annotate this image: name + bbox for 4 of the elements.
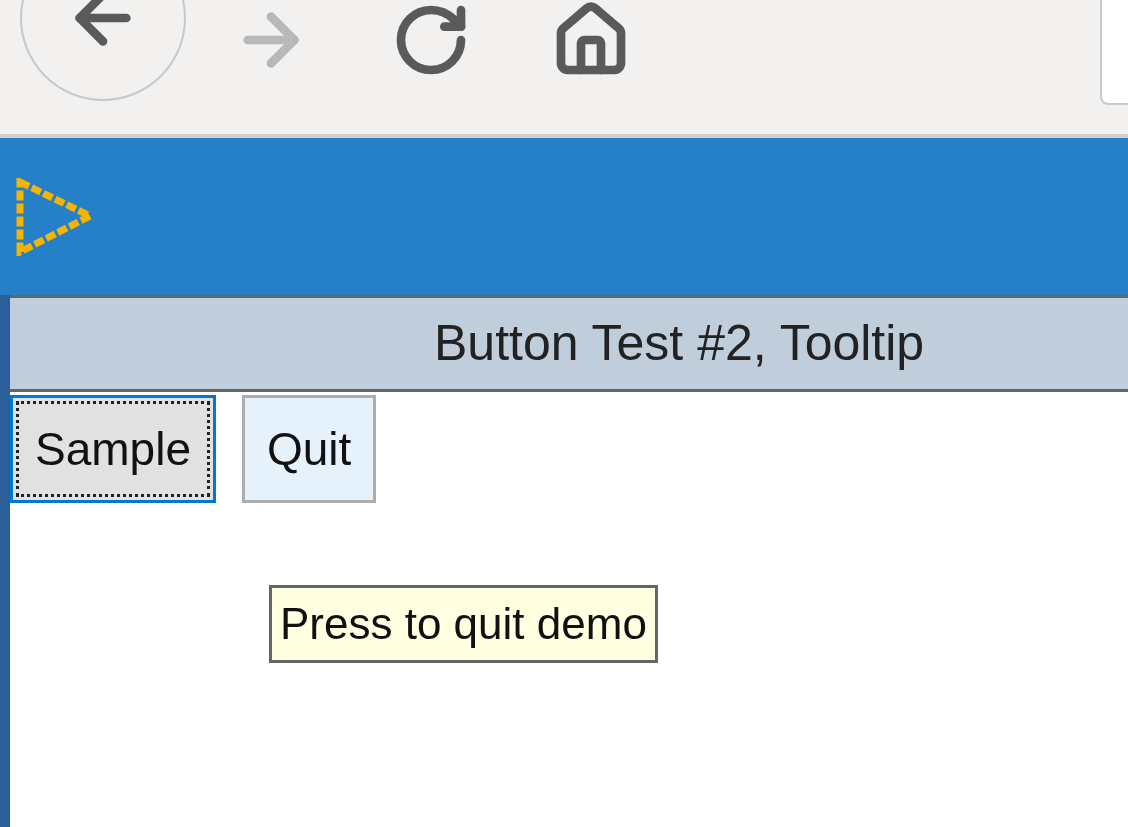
frame-button[interactable]: Quit xyxy=(241,395,377,503)
frame-title: Button Test #2, Tooltip xyxy=(434,314,925,373)
tooltip: Press to quit demo xyxy=(269,585,658,663)
frame-button[interactable]: Sample xyxy=(10,395,216,503)
